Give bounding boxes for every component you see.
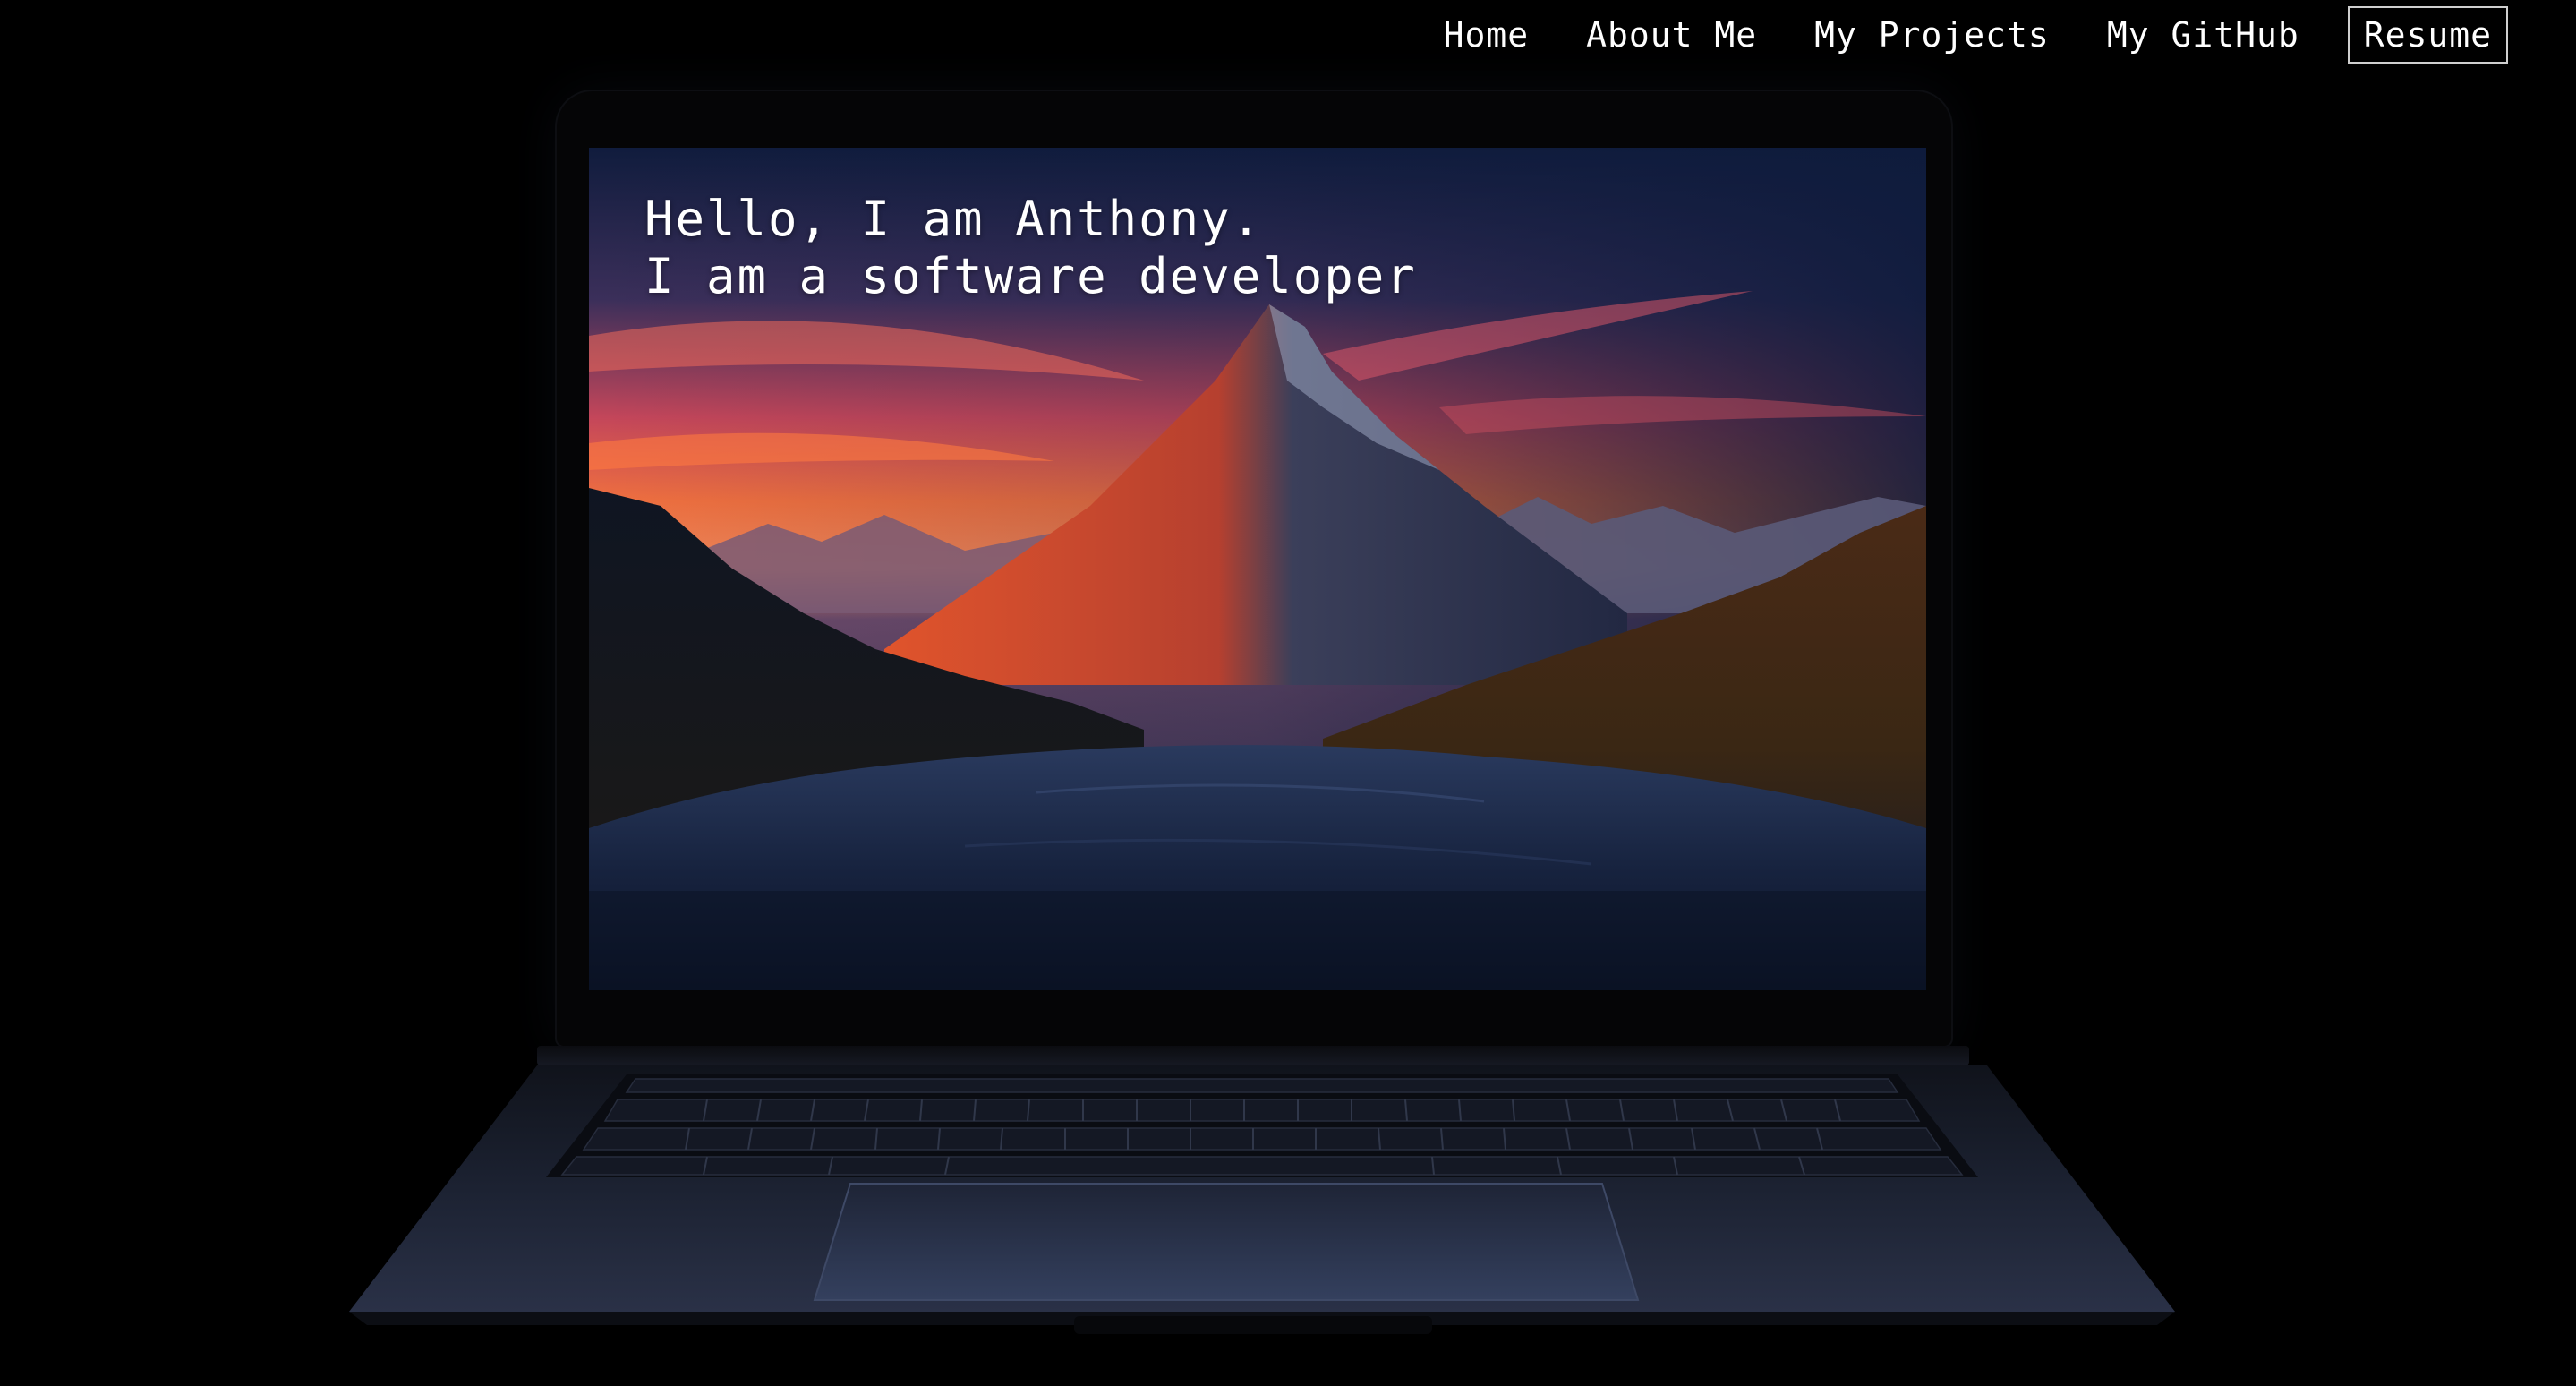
laptop-keyboard-base	[349, 1065, 2175, 1334]
nav-projects-link[interactable]: My Projects	[1814, 15, 2050, 55]
portfolio-page: Home About Me My Projects My GitHub Resu…	[0, 0, 2576, 1386]
nav-resume-button[interactable]: Resume	[2347, 6, 2508, 64]
hero-intro: Hello, I am Anthony. I am a software dev…	[644, 191, 1417, 305]
top-navigation: Home About Me My Projects My GitHub Resu…	[1386, 0, 2576, 70]
nav-github-link[interactable]: My GitHub	[2107, 15, 2299, 55]
nav-home-link[interactable]: Home	[1444, 15, 1530, 55]
hero-role: I am a software developer	[644, 248, 1417, 304]
nav-about-link[interactable]: About Me	[1586, 15, 1757, 55]
hero-greeting: Hello, I am Anthony.	[644, 191, 1263, 247]
laptop-screen: Hello, I am Anthony. I am a software dev…	[589, 148, 1926, 990]
